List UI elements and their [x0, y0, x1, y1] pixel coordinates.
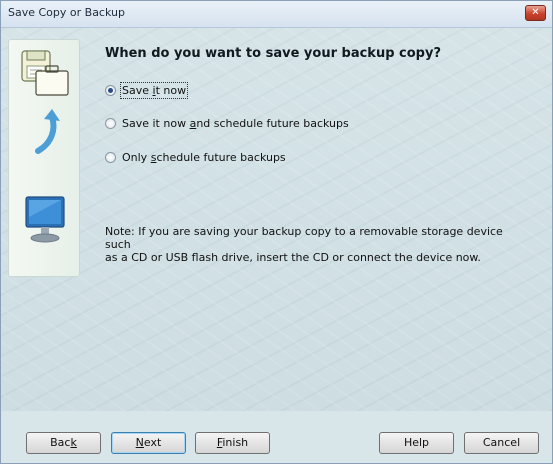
- back-button[interactable]: Back: [26, 432, 101, 454]
- button-bar: Back Next Finish Help Cancel: [1, 412, 552, 463]
- access-key: N: [135, 436, 144, 449]
- label-part: Save it now: [122, 117, 190, 130]
- cancel-button[interactable]: Cancel: [464, 432, 539, 454]
- label-part: nd schedule future backups: [196, 117, 349, 130]
- arrow-icon: [35, 109, 60, 154]
- next-button[interactable]: Next: [111, 432, 186, 454]
- removable-storage-note: Note: If you are saving your backup copy…: [105, 225, 525, 264]
- wizard-illustration: [8, 39, 80, 277]
- radio-save-and-schedule[interactable]: Save it now and schedule future backups: [105, 117, 349, 130]
- radio-only-schedule-label[interactable]: Only schedule future backups: [122, 151, 286, 164]
- close-button[interactable]: ✕: [525, 5, 546, 21]
- radio-save-now[interactable]: Save it now: [105, 82, 189, 99]
- monitor-icon: [25, 196, 65, 243]
- label-part: t now: [155, 84, 187, 97]
- window-title: Save Copy or Backup: [8, 6, 125, 19]
- wizard-heading: When do you want to save your backup cop…: [105, 46, 441, 61]
- help-button[interactable]: Help: [379, 432, 454, 454]
- save-copy-dialog: Save Copy or Backup ✕ When do you want t…: [0, 0, 553, 464]
- close-icon: ✕: [531, 7, 540, 18]
- label-part: Only: [122, 151, 151, 164]
- radio-button[interactable]: [105, 151, 116, 163]
- label-part: ext: [143, 436, 162, 449]
- label-part: Save: [122, 84, 153, 97]
- radio-save-now-label[interactable]: Save it now: [119, 82, 189, 99]
- radio-only-schedule[interactable]: Only schedule future backups: [105, 151, 286, 164]
- note-line: Note: If you are saving your backup copy…: [105, 225, 503, 251]
- label-part: inish: [222, 436, 249, 449]
- radio-button[interactable]: [105, 117, 116, 129]
- label-part: Bac: [50, 436, 71, 449]
- label-part: chedule future backups: [156, 151, 286, 164]
- access-key: k: [70, 436, 77, 449]
- radio-button-checked[interactable]: [105, 84, 116, 96]
- wizard-content: When do you want to save your backup cop…: [1, 28, 552, 411]
- radio-save-and-schedule-label[interactable]: Save it now and schedule future backups: [122, 117, 349, 130]
- finish-button[interactable]: Finish: [195, 432, 270, 454]
- note-line: as a CD or USB flash drive, insert the C…: [105, 251, 481, 264]
- title-bar: Save Copy or Backup ✕: [1, 1, 552, 28]
